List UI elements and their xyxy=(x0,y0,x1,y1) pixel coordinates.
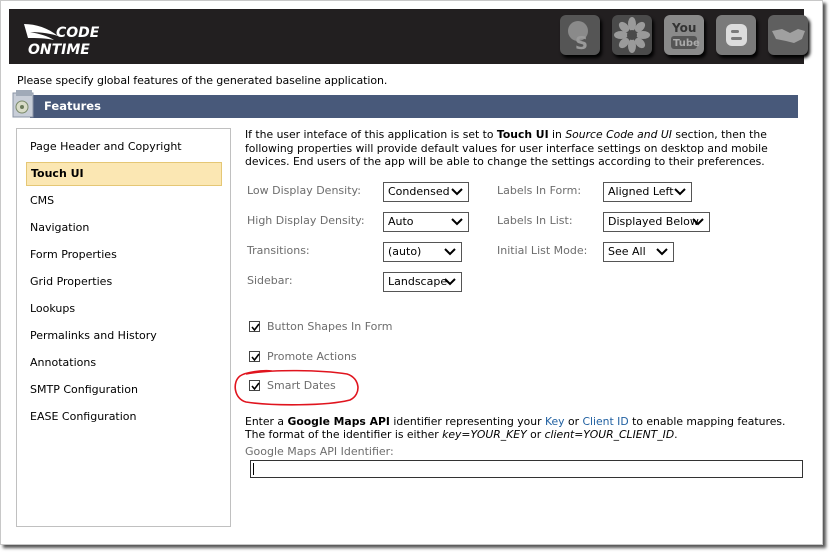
high-density-label: High Display Density: xyxy=(247,214,365,227)
sidebar-item-touch-ui[interactable]: Touch UI xyxy=(26,162,222,186)
low-density-select[interactable]: Condensed xyxy=(383,182,469,202)
key-link[interactable]: Key xyxy=(545,415,565,428)
chevron-down-icon xyxy=(656,248,668,256)
desc-italic: Source Code and UI xyxy=(565,128,672,141)
high-density-select[interactable]: Auto xyxy=(383,212,469,232)
desc-bold: Touch UI xyxy=(496,128,549,141)
labels-in-form-label: Labels In Form: xyxy=(497,184,582,197)
intro-text: Please specify global features of the ge… xyxy=(17,74,388,87)
sidebar-item-lookups[interactable]: Lookups xyxy=(26,297,222,321)
maps-text: or xyxy=(564,415,583,428)
maps-bold: Google Maps API xyxy=(287,415,390,428)
sidebar-setting-label: Sidebar: xyxy=(247,274,293,287)
maps-text: identifier representing your xyxy=(389,415,545,428)
youtube-icon[interactable]: You Tube xyxy=(664,15,704,55)
blogger-icon[interactable] xyxy=(716,15,756,55)
header-bar: CODE ONTIME S You Tube xyxy=(9,9,808,64)
maps-italic: key=YOUR_KEY xyxy=(442,428,527,441)
handshake-icon[interactable] xyxy=(768,15,808,55)
maps-text: . xyxy=(674,428,678,441)
features-sidebar: Page Header and Copyright Touch UI CMS N… xyxy=(16,128,231,527)
checkmark-icon xyxy=(251,323,260,332)
svg-text:CODE: CODE xyxy=(56,25,100,41)
sidebar-item-page-header[interactable]: Page Header and Copyright xyxy=(26,135,222,159)
svg-text:S: S xyxy=(575,33,588,54)
low-density-label: Low Display Density: xyxy=(247,184,361,197)
labels-in-list-value: Displayed Below xyxy=(608,215,699,228)
touch-ui-description: If the user inteface of this application… xyxy=(245,128,805,169)
chevron-down-icon xyxy=(692,218,704,226)
labels-in-list-select[interactable]: Displayed Below xyxy=(603,212,710,232)
labels-in-list-label: Labels In List: xyxy=(497,214,573,227)
svg-text:You: You xyxy=(671,21,696,35)
maps-api-identifier-input[interactable] xyxy=(250,460,803,478)
svg-text:Tube: Tube xyxy=(673,38,700,49)
initial-list-mode-value: See All xyxy=(608,245,646,258)
text-caret xyxy=(253,463,254,475)
sidebar-item-ease[interactable]: EASE Configuration xyxy=(26,405,222,429)
initial-list-mode-select[interactable]: See All xyxy=(603,242,674,262)
sidebar-item-grid-properties[interactable]: Grid Properties xyxy=(26,270,222,294)
transitions-value: (auto) xyxy=(388,245,422,258)
transitions-label: Transitions: xyxy=(247,244,310,257)
stumbleupon-icon[interactable]: S xyxy=(560,15,600,55)
high-density-value: Auto xyxy=(388,215,414,228)
sidebar-setting-select[interactable]: Landscape xyxy=(383,272,462,292)
maps-italic: client=YOUR_CLIENT_ID xyxy=(544,428,675,441)
transitions-select[interactable]: (auto) xyxy=(383,242,462,262)
section-title: Features xyxy=(44,99,101,113)
maps-description: Enter a Google Maps API identifier repre… xyxy=(245,415,805,441)
maps-text: or xyxy=(526,428,545,441)
initial-list-mode-label: Initial List Mode: xyxy=(497,244,588,257)
promote-actions-checkbox[interactable] xyxy=(249,351,260,362)
sidebar-item-smtp[interactable]: SMTP Configuration xyxy=(26,378,222,402)
maps-field-label: Google Maps API Identifier: xyxy=(245,445,394,458)
sidebar-item-form-properties[interactable]: Form Properties xyxy=(26,243,222,267)
sidebar-item-cms[interactable]: CMS xyxy=(26,189,222,213)
chevron-down-icon xyxy=(444,248,456,256)
button-shapes-label: Button Shapes In Form xyxy=(267,320,393,333)
features-box-icon xyxy=(12,90,34,118)
annotation-circle xyxy=(234,369,359,406)
button-shapes-checkbox[interactable] xyxy=(249,321,260,332)
checkmark-icon xyxy=(251,353,260,362)
low-density-value: Condensed xyxy=(388,185,450,198)
desc-text: in xyxy=(548,128,566,141)
chevron-down-icon xyxy=(451,188,463,196)
chevron-down-icon xyxy=(451,218,463,226)
labels-in-form-select[interactable]: Aligned Left xyxy=(603,182,692,202)
sidebar-item-permalinks[interactable]: Permalinks and History xyxy=(26,324,222,348)
maps-text: Enter a xyxy=(245,415,288,428)
desc-text: If the user inteface of this application… xyxy=(245,128,497,141)
flower-icon[interactable] xyxy=(612,15,652,55)
sidebar-item-navigation[interactable]: Navigation xyxy=(26,216,222,240)
chevron-down-icon xyxy=(444,278,456,286)
code-ontime-logo[interactable]: CODE ONTIME xyxy=(22,20,112,58)
chevron-down-icon xyxy=(674,188,686,196)
client-id-link[interactable]: Client ID xyxy=(582,415,628,428)
sidebar-setting-value: Landscape xyxy=(388,275,448,288)
labels-in-form-value: Aligned Left xyxy=(608,185,674,198)
svg-text:ONTIME: ONTIME xyxy=(28,42,90,58)
section-header: Features xyxy=(30,95,798,118)
app-window: CODE ONTIME S You Tube Please specify gl… xyxy=(0,0,823,545)
sidebar-item-annotations[interactable]: Annotations xyxy=(26,351,222,375)
promote-actions-label: Promote Actions xyxy=(267,350,357,363)
